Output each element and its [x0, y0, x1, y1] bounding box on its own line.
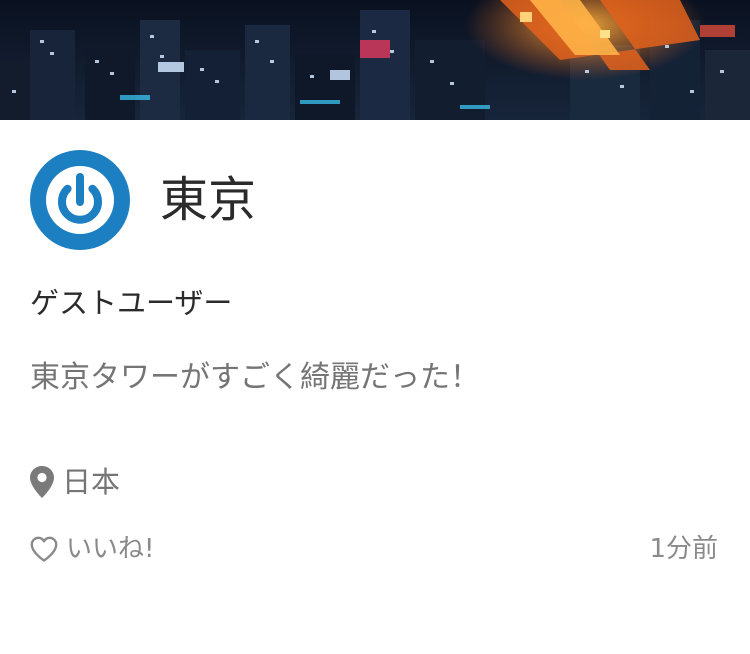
post-title: 東京	[160, 172, 257, 228]
map-pin-icon	[30, 466, 54, 498]
username[interactable]: ゲストユーザー	[30, 283, 232, 323]
location-row: 日本	[30, 462, 120, 502]
post-card: 東京 ゲストユーザー 東京タワーがすごく綺麗だった！ 日本 いいね! 1分前	[0, 0, 750, 654]
timestamp: 1分前	[649, 534, 718, 564]
heart-outline-icon	[30, 536, 58, 562]
like-label: いいね!	[66, 534, 155, 564]
power-icon[interactable]	[30, 150, 130, 250]
post-body: 東京タワーがすごく綺麗だった！	[30, 360, 480, 395]
like-button[interactable]: いいね!	[30, 529, 154, 569]
location-label: 日本	[62, 465, 121, 499]
cover-image	[0, 0, 750, 120]
